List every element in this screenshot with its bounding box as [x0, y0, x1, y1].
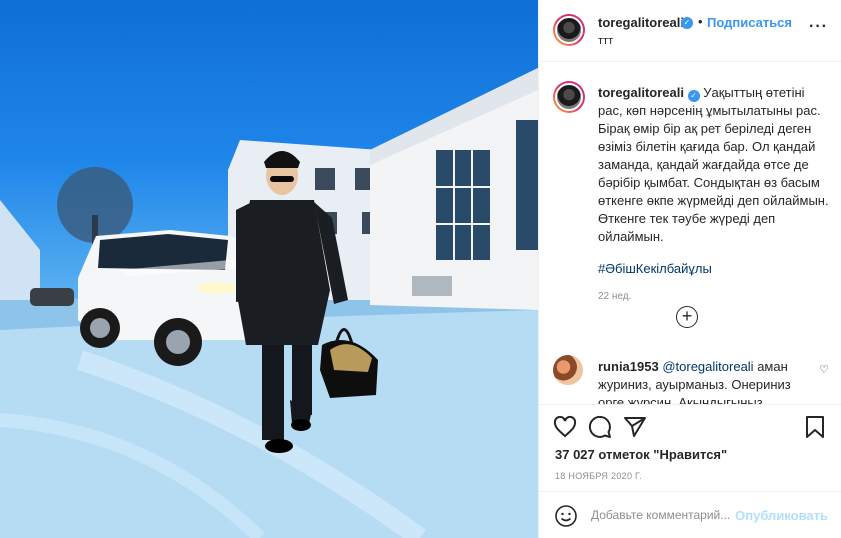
post-actions: 37 027 отметок "Нравится" 18 НОЯБРЯ 2020…	[539, 404, 841, 538]
post-photo[interactable]	[0, 0, 538, 538]
post-date[interactable]: 18 НОЯБРЯ 2020 Г.	[555, 471, 642, 481]
caption-hashtag[interactable]: #ӘбішКекілбайұлы	[598, 261, 712, 276]
caption-time: 22 нед.	[598, 291, 632, 302]
caption-text: toregalitoreali ✓ Уақыттың өтетіні рас, …	[598, 84, 830, 246]
comment-icon[interactable]	[588, 415, 612, 439]
author-username[interactable]: toregalitoreali	[598, 15, 684, 30]
caption-avatar[interactable]	[553, 81, 585, 113]
comment-like-icon[interactable]: ♡	[819, 363, 829, 376]
publish-button[interactable]: Опубликовать	[735, 508, 828, 523]
post-dialog: toregalitoreali ✓ • Подписаться ттт ··· …	[0, 0, 841, 538]
separator-dot: •	[698, 14, 703, 29]
commenter-username[interactable]: runia1953	[598, 359, 659, 374]
load-more-comments-button[interactable]: +	[676, 306, 698, 328]
follow-button[interactable]: Подписаться	[707, 15, 792, 30]
smile-icon[interactable]	[554, 504, 578, 528]
heart-icon[interactable]	[553, 415, 577, 439]
post-header: toregalitoreali ✓ • Подписаться ттт ···	[539, 0, 841, 62]
likes-count[interactable]: 37 027 отметок "Нравится"	[555, 447, 727, 462]
caption-body: Уақыттың өтетіні рас, көп нәрсенің ұмыты…	[598, 85, 829, 244]
post-side-panel: toregalitoreali ✓ • Подписаться ттт ··· …	[538, 0, 841, 538]
comment-input[interactable]	[591, 508, 741, 522]
verified-badge-icon: ✓	[681, 17, 693, 29]
comment-mention[interactable]: @toregalitoreali	[662, 359, 753, 374]
bookmark-icon[interactable]	[803, 415, 827, 439]
post-location[interactable]: ттт	[598, 35, 613, 47]
photo-illustration	[0, 68, 538, 538]
commenter-avatar[interactable]	[553, 355, 583, 385]
verified-badge-icon: ✓	[687, 90, 700, 102]
comment-text: runia1953 @toregalitoreali аман журиниз,…	[598, 358, 798, 404]
author-avatar[interactable]	[553, 14, 585, 46]
more-icon[interactable]: ···	[809, 18, 828, 36]
comments-section[interactable]: toregalitoreali ✓ Уақыттың өтетіні рас, …	[539, 63, 841, 404]
caption-username[interactable]: toregalitoreali	[598, 85, 684, 100]
share-icon[interactable]	[623, 415, 647, 439]
add-comment-bar: Опубликовать	[539, 491, 841, 538]
